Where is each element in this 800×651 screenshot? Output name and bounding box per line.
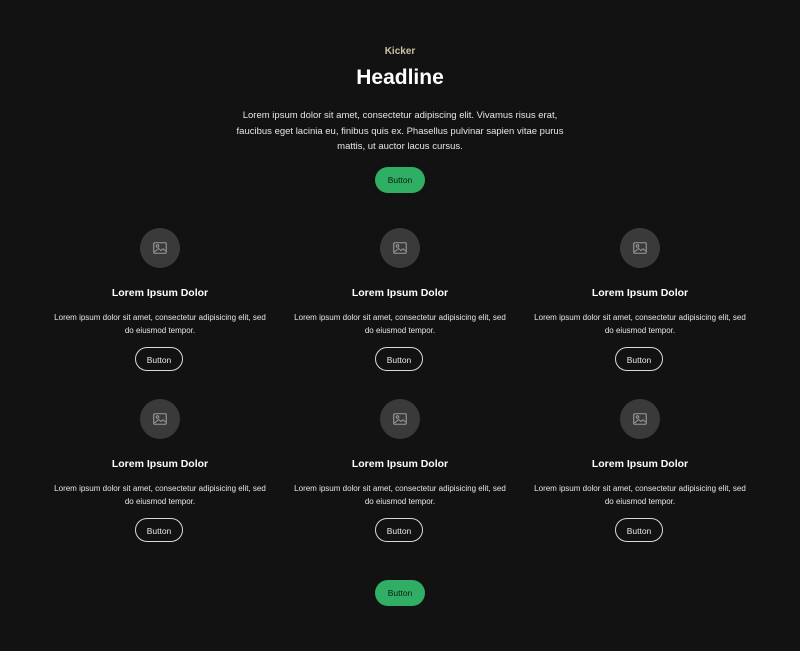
- feature-card: Lorem Ipsum Dolor Lorem ipsum dolor sit …: [520, 399, 760, 570]
- image-icon: [140, 399, 180, 439]
- card-title: Lorem Ipsum Dolor: [111, 287, 209, 299]
- page-headline: Headline: [356, 66, 444, 89]
- footer-button[interactable]: Button: [375, 580, 425, 606]
- card-description: Lorem ipsum dolor sit amet, consectetur …: [54, 484, 266, 506]
- card-description: Lorem ipsum dolor sit amet, consectetur …: [294, 313, 506, 335]
- kicker-text: Kicker: [384, 46, 416, 57]
- image-icon: [140, 228, 180, 268]
- card-title: Lorem Ipsum Dolor: [591, 287, 689, 299]
- card-title: Lorem Ipsum Dolor: [351, 287, 449, 299]
- card-button[interactable]: Button: [135, 518, 183, 542]
- card-description: Lorem ipsum dolor sit amet, consectetur …: [534, 313, 746, 335]
- card-title: Lorem Ipsum Dolor: [591, 458, 689, 470]
- feature-card: Lorem Ipsum Dolor Lorem ipsum dolor sit …: [280, 228, 520, 399]
- image-icon: [380, 399, 420, 439]
- card-description: Lorem ipsum dolor sit amet, consectetur …: [54, 313, 266, 335]
- intro-paragraph: Lorem ipsum dolor sit amet, consectetur …: [236, 110, 564, 152]
- card-title: Lorem Ipsum Dolor: [351, 458, 449, 470]
- card-button[interactable]: Button: [615, 347, 663, 371]
- card-description: Lorem ipsum dolor sit amet, consectetur …: [294, 484, 506, 506]
- feature-grid: Lorem Ipsum Dolor Lorem ipsum dolor sit …: [40, 228, 760, 570]
- card-button[interactable]: Button: [375, 347, 423, 371]
- image-icon: [380, 228, 420, 268]
- image-icon: [620, 228, 660, 268]
- card-button[interactable]: Button: [135, 347, 183, 371]
- feature-card: Lorem Ipsum Dolor Lorem ipsum dolor sit …: [40, 399, 280, 570]
- feature-card: Lorem Ipsum Dolor Lorem ipsum dolor sit …: [280, 399, 520, 570]
- card-button[interactable]: Button: [615, 518, 663, 542]
- card-button[interactable]: Button: [375, 518, 423, 542]
- feature-card: Lorem Ipsum Dolor Lorem ipsum dolor sit …: [40, 228, 280, 399]
- card-description: Lorem ipsum dolor sit amet, consectetur …: [534, 484, 746, 506]
- card-title: Lorem Ipsum Dolor: [111, 458, 209, 470]
- image-icon: [620, 399, 660, 439]
- feature-card: Lorem Ipsum Dolor Lorem ipsum dolor sit …: [520, 228, 760, 399]
- hero-button[interactable]: Button: [375, 167, 425, 193]
